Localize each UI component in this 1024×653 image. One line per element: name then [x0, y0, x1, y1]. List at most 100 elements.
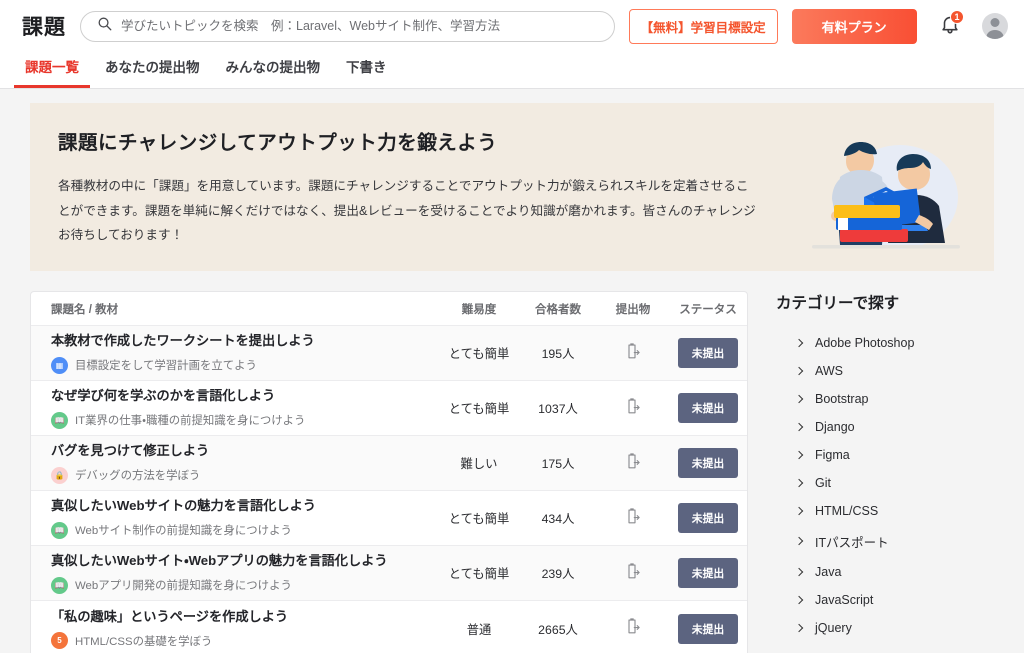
- pink-lock-icon: 🔒: [51, 466, 68, 484]
- goal-setting-button[interactable]: 【無料】学習目標設定: [628, 8, 778, 44]
- category-label: JavaScript: [815, 593, 874, 607]
- status-cell: 未提出: [669, 393, 747, 423]
- assignment-title[interactable]: なぜ学び何を学ぶのかを言語化しよう: [51, 387, 439, 405]
- assignments-table: 課題名 / 教材 難易度 合格者数 提出物 ステータス 本教材で作成したワークシ…: [30, 291, 748, 653]
- chevron-right-icon: [794, 450, 804, 459]
- table-row[interactable]: 真似したいWebサイトの魅力を言語化しよう 📖 Webサイト制作の前提知識を身に…: [31, 491, 747, 546]
- status-badge[interactable]: 未提出: [677, 558, 739, 588]
- chevron-right-icon: [794, 394, 804, 403]
- material-title: デバッグの方法を学ぼう: [75, 470, 201, 483]
- page-body: 課題にチャレンジしてアウトプット力を鍛えよう 各種教材の中に「課題」を用意してい…: [0, 89, 1024, 653]
- assignment-title[interactable]: バグを見つけて修正しよう: [51, 442, 439, 460]
- main-content: 課題名 / 教材 難易度 合格者数 提出物 ステータス 本教材で作成したワークシ…: [30, 291, 994, 653]
- tab-drafts[interactable]: 下書き: [335, 56, 398, 88]
- passers-cell: 2665人: [538, 622, 578, 637]
- submission-cell[interactable]: [597, 507, 669, 530]
- status-badge[interactable]: 未提出: [677, 338, 739, 368]
- green-book-icon: 📖: [51, 521, 68, 539]
- passers-cell: 434人: [541, 512, 575, 526]
- assignment-name-cell: 真似したいWebサイトの魅力を言語化しよう 📖 Webサイト制作の前提知識を身に…: [31, 497, 439, 539]
- category-item-adobe-photoshop[interactable]: Adobe Photoshop: [776, 329, 994, 357]
- category-item-html-css[interactable]: HTML/CSS: [776, 497, 994, 525]
- chevron-right-icon: [794, 623, 804, 632]
- status-cell: 未提出: [669, 448, 747, 478]
- column-header-submission: 提出物: [615, 303, 651, 316]
- table-row[interactable]: 本教材で作成したワークシートを提出しよう ▦ 目標設定をして学習計画を立てよう …: [31, 326, 747, 381]
- assignment-title[interactable]: 真似したいWebサイトの魅力を言語化しよう: [51, 497, 439, 515]
- category-item-jquery[interactable]: jQuery: [776, 614, 994, 642]
- clipboard-export-icon: [627, 342, 640, 358]
- status-badge[interactable]: 未提出: [677, 393, 739, 423]
- category-label: Git: [815, 476, 831, 490]
- status-cell: 未提出: [669, 613, 747, 644]
- submission-cell[interactable]: [597, 397, 669, 420]
- material-label[interactable]: 📖 IT業界の仕事・職種の前提知識を身につけよう: [51, 411, 439, 429]
- material-label[interactable]: 📖 Webアプリ開発の前提知識を身につけよう: [51, 576, 439, 594]
- avatar[interactable]: [982, 13, 1008, 39]
- category-item-it-[interactable]: ITパスポート: [776, 525, 994, 558]
- category-label: ITパスポート: [815, 536, 889, 550]
- assignment-title[interactable]: 真似したいWebサイト・Webアプリの魅力を言語化しよう: [51, 552, 439, 570]
- passers-cell: 239人: [541, 567, 575, 581]
- clipboard-export-icon: [627, 618, 640, 634]
- chevron-right-icon: [794, 338, 804, 347]
- assignment-title[interactable]: 「私の趣味」というページを作成しよう: [51, 608, 439, 626]
- category-item-javascript[interactable]: JavaScript: [776, 586, 994, 614]
- search-box[interactable]: [80, 10, 615, 42]
- tab-everyones-submissions[interactable]: みんなの提出物: [215, 56, 332, 88]
- submission-cell[interactable]: [597, 617, 669, 640]
- column-header-name: 課題名 / 教材: [51, 303, 119, 316]
- category-item-django[interactable]: Django: [776, 413, 994, 441]
- submission-cell[interactable]: [597, 342, 669, 365]
- submission-cell[interactable]: [597, 562, 669, 585]
- table-body: 本教材で作成したワークシートを提出しよう ▦ 目標設定をして学習計画を立てよう …: [31, 326, 747, 653]
- table-row[interactable]: 真似したいWebサイト・Webアプリの魅力を言語化しよう 📖 Webアプリ開発の…: [31, 546, 747, 601]
- category-label: jQuery: [815, 621, 852, 635]
- category-item-bootstrap[interactable]: Bootstrap: [776, 385, 994, 413]
- table-header-row: 課題名 / 教材 難易度 合格者数 提出物 ステータス: [31, 292, 747, 326]
- tab-your-submissions[interactable]: あなたの提出物: [94, 56, 211, 88]
- material-label[interactable]: 5 HTML/CSSの基礎を学ぼう: [51, 632, 439, 650]
- table-row[interactable]: 「私の趣味」というページを作成しよう 5 HTML/CSSの基礎を学ぼう 普通 …: [31, 601, 747, 653]
- status-badge[interactable]: 未提出: [677, 448, 739, 478]
- assignment-title[interactable]: 本教材で作成したワークシートを提出しよう: [51, 332, 439, 350]
- assignment-name-cell: なぜ学び何を学ぶのかを言語化しよう 📖 IT業界の仕事・職種の前提知識を身につけ…: [31, 387, 439, 429]
- brand-logo[interactable]: 課題: [22, 11, 66, 41]
- table-row[interactable]: なぜ学び何を学ぶのかを言語化しよう 📖 IT業界の仕事・職種の前提知識を身につけ…: [31, 381, 747, 436]
- difficulty-cell: とても簡単: [448, 512, 510, 526]
- category-item-figma[interactable]: Figma: [776, 441, 994, 469]
- status-badge[interactable]: 未提出: [677, 503, 739, 533]
- assignment-name-cell: 本教材で作成したワークシートを提出しよう ▦ 目標設定をして学習計画を立てよう: [31, 332, 439, 374]
- html5-icon: 5: [51, 632, 68, 650]
- chevron-right-icon: [794, 567, 804, 576]
- submission-cell[interactable]: [597, 452, 669, 475]
- difficulty-cell: 難しい: [460, 457, 498, 471]
- chevron-right-icon: [794, 595, 804, 604]
- column-header-difficulty: 難易度: [461, 303, 497, 316]
- category-label: AWS: [815, 364, 844, 378]
- material-label[interactable]: ▦ 目標設定をして学習計画を立てよう: [51, 356, 439, 374]
- clipboard-export-icon: [627, 507, 640, 523]
- passers-cell: 1037人: [538, 402, 578, 416]
- status-cell: 未提出: [669, 558, 747, 588]
- paid-plan-button[interactable]: 有料プラン: [791, 8, 917, 44]
- assignment-name-cell: バグを見つけて修正しよう 🔒 デバッグの方法を学ぼう: [31, 442, 439, 484]
- material-label[interactable]: 📖 Webサイト制作の前提知識を身につけよう: [51, 521, 439, 539]
- category-item-git[interactable]: Git: [776, 469, 994, 497]
- material-label[interactable]: 🔒 デバッグの方法を学ぼう: [51, 466, 439, 484]
- category-item-java[interactable]: Java: [776, 558, 994, 586]
- status-badge[interactable]: 未提出: [677, 613, 739, 644]
- top-header: 課題 【無料】学習目標設定 有料プラン 1: [0, 0, 1024, 52]
- search-input[interactable]: [121, 19, 598, 33]
- material-title: Webアプリ開発の前提知識を身につけよう: [75, 580, 292, 593]
- clipboard-export-icon: [627, 397, 640, 413]
- table-row[interactable]: バグを見つけて修正しよう 🔒 デバッグの方法を学ぼう 難しい 175人 未提出: [31, 436, 747, 491]
- tab-assignments-list[interactable]: 課題一覧: [14, 56, 90, 88]
- notification-bell[interactable]: 1: [939, 10, 964, 39]
- category-label: Django: [815, 420, 855, 434]
- green-book-icon: 📖: [51, 411, 68, 429]
- difficulty-cell: とても簡単: [448, 402, 510, 416]
- chevron-right-icon: [794, 506, 804, 515]
- category-label: HTML/CSS: [815, 504, 879, 518]
- category-item-aws[interactable]: AWS: [776, 357, 994, 385]
